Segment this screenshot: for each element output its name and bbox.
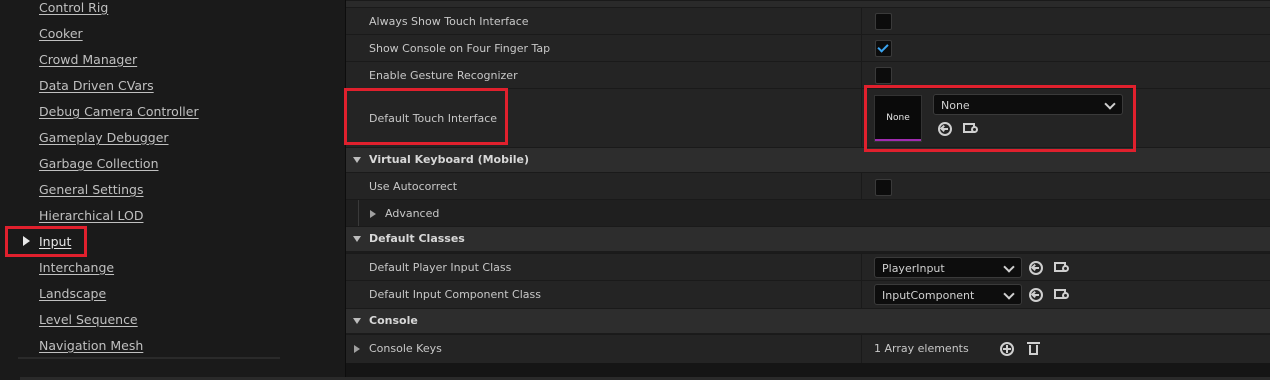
sidebar-item-control-rig[interactable]: Control Rig	[39, 0, 108, 18]
console-keys-count: 1 Array elements	[874, 342, 969, 355]
use-autocorrect-checkbox[interactable]	[875, 179, 892, 196]
virtual-keyboard-title: Virtual Keyboard (Mobile)	[369, 153, 530, 166]
use-selected-icon[interactable]	[1029, 288, 1043, 302]
trash-icon[interactable]	[1027, 342, 1040, 355]
collapse-triangle-icon	[353, 318, 361, 324]
category-console[interactable]: Console	[346, 308, 1270, 333]
collapse-triangle-icon	[353, 236, 361, 242]
row-console-keys: Console Keys 1 Array elements	[346, 334, 1270, 363]
default-classes-title: Default Classes	[369, 232, 465, 245]
sidebar-item-interchange[interactable]: Interchange	[39, 258, 114, 278]
row-always-show-touch: Always Show Touch Interface	[346, 7, 1270, 35]
sidebar-item-crowd-manager[interactable]: Crowd Manager	[39, 50, 137, 70]
sidebar-item-debug-camera-controller[interactable]: Debug Camera Controller	[39, 102, 199, 122]
sidebar-item-cooker[interactable]: Cooker	[39, 24, 83, 44]
always-show-touch-label: Always Show Touch Interface	[369, 15, 529, 28]
always-show-touch-checkbox[interactable]	[875, 13, 892, 30]
default-player-input-label: Default Player Input Class	[369, 261, 512, 274]
default-input-component-label: Default Input Component Class	[369, 288, 541, 301]
sidebar-item-landscape[interactable]: Landscape	[39, 284, 106, 304]
sidebar-scrollbar[interactable]	[18, 357, 280, 359]
highlight-box-picker	[864, 85, 1136, 152]
sidebar-item-hierarchical-lod[interactable]: Hierarchical LOD	[39, 206, 143, 226]
show-console-four-finger-checkbox[interactable]	[875, 40, 892, 57]
advanced-label: Advanced	[385, 207, 440, 220]
enable-gesture-label: Enable Gesture Recognizer	[369, 69, 518, 82]
highlight-box-input	[5, 226, 87, 257]
player-input-value: PlayerInput	[882, 262, 945, 275]
input-component-value: InputComponent	[882, 289, 975, 302]
sidebar-item-general-settings[interactable]: General Settings	[39, 180, 144, 200]
highlight-box-label	[344, 88, 508, 145]
expand-triangle-icon[interactable]	[354, 345, 360, 353]
console-keys-label: Console Keys	[369, 342, 442, 355]
category-default-classes[interactable]: Default Classes	[346, 226, 1270, 251]
use-selected-icon[interactable]	[1029, 261, 1043, 275]
row-use-autocorrect: Use Autocorrect	[346, 172, 1270, 200]
settings-sidebar: Control Rig Cooker Crowd Manager Data Dr…	[0, 0, 346, 380]
sidebar-item-level-sequence[interactable]: Level Sequence	[39, 310, 138, 330]
row-show-console-four-finger: Show Console on Four Finger Tap	[346, 34, 1270, 62]
plus-icon[interactable]	[1000, 342, 1014, 356]
browse-icon[interactable]	[1054, 287, 1071, 301]
row-default-player-input: Default Player Input Class PlayerInput	[346, 253, 1270, 281]
checkmark-icon	[877, 41, 889, 53]
details-panel: Always Show Touch Interface Show Console…	[346, 0, 1270, 363]
use-autocorrect-label: Use Autocorrect	[369, 180, 458, 193]
console-title: Console	[369, 314, 418, 327]
collapse-triangle-icon	[353, 157, 361, 163]
input-component-class-picker[interactable]: InputComponent	[874, 284, 1022, 305]
show-console-four-finger-label: Show Console on Four Finger Tap	[369, 42, 551, 55]
chevron-down-icon	[1003, 261, 1015, 273]
enable-gesture-checkbox[interactable]	[875, 67, 892, 84]
indent-line	[358, 200, 359, 227]
expand-triangle-icon	[370, 210, 376, 218]
chevron-down-icon	[1003, 288, 1015, 300]
browse-icon[interactable]	[1054, 260, 1071, 274]
row-default-input-component: Default Input Component Class InputCompo…	[346, 280, 1270, 308]
row-advanced[interactable]: Advanced	[346, 199, 1270, 227]
sidebar-item-navigation-mesh[interactable]: Navigation Mesh	[39, 336, 143, 356]
sidebar-item-data-driven-cvars[interactable]: Data Driven CVars	[39, 76, 154, 96]
player-input-class-picker[interactable]: PlayerInput	[874, 257, 1022, 278]
sidebar-item-garbage-collection[interactable]: Garbage Collection	[39, 154, 159, 174]
sidebar-item-gameplay-debugger[interactable]: Gameplay Debugger	[39, 128, 169, 148]
